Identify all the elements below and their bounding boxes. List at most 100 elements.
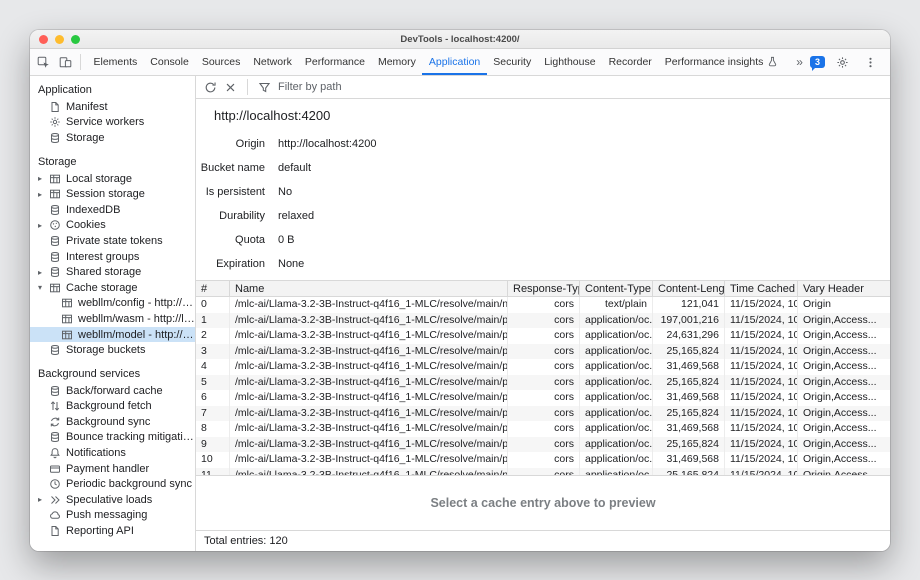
cache-entry-row[interactable]: 0/mlc-ai/Llama-3.2-3B-Instruct-q4f16_1-M… [196, 297, 890, 313]
settings-gear-icon[interactable] [832, 52, 853, 73]
cache-entry-row[interactable]: 8/mlc-ai/Llama-3.2-3B-Instruct-q4f16_1-M… [196, 421, 890, 437]
sidebar-item-payment-handler[interactable]: Payment handler [30, 461, 195, 477]
tab-security[interactable]: Security [487, 49, 538, 75]
issues-badge[interactable]: 3 [810, 56, 825, 68]
sidebar-item-session-storage[interactable]: ▸Session storage [30, 186, 195, 202]
sidebar-item-storage[interactable]: Storage [30, 130, 195, 146]
sidebar-item-reporting-api[interactable]: Reporting API [30, 523, 195, 539]
cache-toolbar [196, 76, 890, 99]
window-titlebar: DevTools - localhost:4200/ [30, 30, 890, 49]
cache-entry-row[interactable]: 6/mlc-ai/Llama-3.2-3B-Instruct-q4f16_1-M… [196, 390, 890, 406]
column-header-content-length[interactable]: Content-Length [653, 281, 725, 296]
column-header-content-type[interactable]: Content-Type [580, 281, 653, 296]
tab-application[interactable]: Application [422, 49, 486, 75]
cache-entry-row[interactable]: 2/mlc-ai/Llama-3.2-3B-Instruct-q4f16_1-M… [196, 328, 890, 344]
window-title: DevTools - localhost:4200/ [30, 34, 890, 45]
sidebar-item-cookies[interactable]: ▸ Cookies [30, 218, 195, 234]
tab-performance[interactable]: Performance [298, 49, 371, 75]
cache-entry-row[interactable]: 3/mlc-ai/Llama-3.2-3B-Instruct-q4f16_1-M… [196, 344, 890, 360]
cell-content-length: 25,165,824 [653, 375, 725, 391]
meta-value-expiration: None [278, 258, 890, 270]
sidebar-item-service-workers[interactable]: Service workers [30, 115, 195, 131]
column-header-num[interactable]: # [196, 281, 230, 296]
filter-by-path-input[interactable] [278, 81, 508, 93]
tab-elements[interactable]: Elements [87, 49, 144, 75]
kebab-menu-icon[interactable] [860, 52, 881, 73]
database-icon [49, 204, 61, 216]
cell-name: /mlc-ai/Llama-3.2-3B-Instruct-q4f16_1-ML… [230, 468, 508, 476]
window-minimize-button[interactable] [55, 35, 64, 44]
chevron-right-icon[interactable]: ▸ [38, 221, 49, 230]
cell-response-type: cors [508, 375, 580, 391]
column-header-vary-header[interactable]: Vary Header [798, 281, 890, 296]
refresh-icon[interactable] [204, 81, 217, 94]
sidebar-item-webllm-model-http-loc[interactable]: webllm/model - http://loc... [30, 327, 195, 343]
sidebar-item-private-state-tokens[interactable]: Private state tokens [30, 233, 195, 249]
sidebar-item-periodic-background-sync[interactable]: Periodic background sync [30, 476, 195, 492]
cache-entry-row[interactable]: 7/mlc-ai/Llama-3.2-3B-Instruct-q4f16_1-M… [196, 406, 890, 422]
chevron-right-icon[interactable]: ▸ [38, 190, 49, 199]
sidebar-item-bounce-tracking-mitigations[interactable]: Bounce tracking mitigations [30, 430, 195, 446]
cache-origin-title: http://localhost:4200 [214, 108, 890, 123]
tab-recorder[interactable]: Recorder [602, 49, 658, 75]
cache-entry-row[interactable]: 5/mlc-ai/Llama-3.2-3B-Instruct-q4f16_1-M… [196, 375, 890, 391]
speed-icon [49, 494, 61, 506]
column-header-response-type[interactable]: Response-Type [508, 281, 580, 296]
cell-response-type: cors [508, 344, 580, 360]
issues-count: 3 [815, 57, 820, 67]
window-close-button[interactable] [39, 35, 48, 44]
cache-entry-row[interactable]: 9/mlc-ai/Llama-3.2-3B-Instruct-q4f16_1-M… [196, 437, 890, 453]
cache-entry-row[interactable]: 4/mlc-ai/Llama-3.2-3B-Instruct-q4f16_1-M… [196, 359, 890, 375]
tab-network[interactable]: Network [247, 49, 299, 75]
cache-entry-row[interactable]: 1/mlc-ai/Llama-3.2-3B-Instruct-q4f16_1-M… [196, 313, 890, 329]
sidebar-item-background-sync[interactable]: Background sync [30, 414, 195, 430]
tab-sources[interactable]: Sources [195, 49, 247, 75]
sidebar-item-interest-groups[interactable]: Interest groups [30, 249, 195, 265]
cache-entry-row[interactable]: 10/mlc-ai/Llama-3.2-3B-Instruct-q4f16_1-… [196, 452, 890, 468]
clear-icon[interactable] [224, 81, 237, 94]
panel-tabs: ElementsConsoleSourcesNetworkPerformance… [87, 49, 786, 75]
tab-label: Lighthouse [544, 56, 595, 68]
sidebar-item-background-fetch[interactable]: Background fetch [30, 399, 195, 415]
tab-memory[interactable]: Memory [371, 49, 422, 75]
sidebar-item-webllm-wasm-http-loca[interactable]: webllm/wasm - http://loca... [30, 311, 195, 327]
column-header-time-cached[interactable]: Time Cached [725, 281, 798, 296]
cache-entry-row[interactable]: 11/mlc-ai/Llama-3.2-3B-Instruct-q4f16_1-… [196, 468, 890, 476]
sidebar-item-notifications[interactable]: Notifications [30, 445, 195, 461]
sidebar-item-storage-buckets[interactable]: Storage buckets [30, 342, 195, 358]
sidebar-item-label: Payment handler [66, 463, 149, 475]
tab-lighthouse[interactable]: Lighthouse [538, 49, 602, 75]
sidebar-item-speculative-loads[interactable]: ▸Speculative loads [30, 492, 195, 508]
sidebar-item-indexeddb[interactable]: IndexedDB [30, 202, 195, 218]
cloud-icon [49, 509, 61, 521]
cell-vary-header: Origin,Access... [798, 375, 890, 391]
sidebar-item-label: Push messaging [66, 509, 147, 521]
column-header-name[interactable]: Name [230, 281, 508, 296]
sidebar-item-label: Bounce tracking mitigations [66, 431, 195, 443]
inspect-element-icon[interactable] [33, 52, 54, 73]
window-zoom-button[interactable] [71, 35, 80, 44]
chevron-right-icon[interactable]: ▸ [38, 174, 49, 183]
sidebar-item-label: Cookies [66, 219, 106, 231]
sidebar-item-push-messaging[interactable]: Push messaging [30, 508, 195, 524]
chevron-right-icon[interactable]: ▸ [38, 495, 49, 504]
sidebar-item-manifest[interactable]: Manifest [30, 99, 195, 115]
cell-content-type: application/oc... [580, 390, 653, 406]
sidebar-item-back-forward-cache[interactable]: Back/forward cache [30, 383, 195, 399]
device-toolbar-icon[interactable] [55, 52, 76, 73]
table-body[interactable]: 0/mlc-ai/Llama-3.2-3B-Instruct-q4f16_1-M… [196, 297, 890, 475]
cell-: 1 [196, 313, 230, 329]
sidebar-item-local-storage[interactable]: ▸Local storage [30, 171, 195, 187]
chevron-right-icon[interactable]: ▸ [38, 268, 49, 277]
sidebar-item-cache-storage[interactable]: ▾Cache storage [30, 280, 195, 296]
sidebar-item-webllm-config-http-loc[interactable]: webllm/config - http://loc... [30, 296, 195, 312]
chevron-down-icon[interactable]: ▾ [38, 283, 49, 292]
tab-console[interactable]: Console [144, 49, 196, 75]
tab-performance-insights[interactable]: Performance insights [658, 49, 786, 75]
cell-content-length: 25,165,824 [653, 344, 725, 360]
cell-: 4 [196, 359, 230, 375]
meta-value-origin: http://localhost:4200 [278, 138, 890, 150]
meta-value-quota: 0 B [278, 234, 890, 246]
more-tabs-icon[interactable]: » [796, 55, 803, 69]
sidebar-item-shared-storage[interactable]: ▸Shared storage [30, 264, 195, 280]
